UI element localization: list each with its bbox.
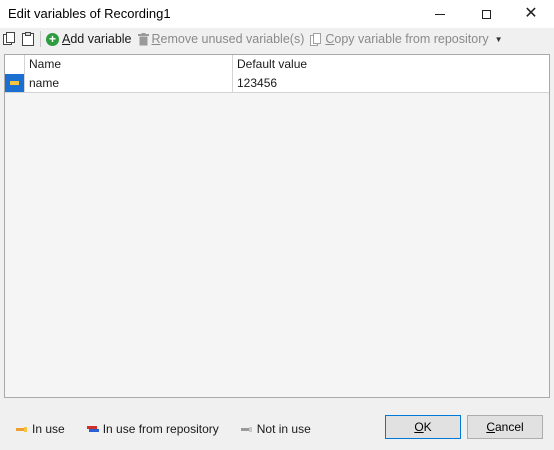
ok-button[interactable]: OK (385, 415, 461, 439)
minimize-icon (435, 13, 445, 15)
add-variable-button[interactable]: + Add variable (43, 29, 135, 49)
close-icon: ✕ (524, 5, 538, 22)
copy-icon (3, 32, 15, 45)
legend-item-not-in-use: Not in use (240, 422, 311, 436)
add-icon: + (46, 32, 59, 46)
trash-icon (137, 32, 149, 45)
toolbar: + Add variable Remove unused variable(s)… (0, 28, 554, 50)
window-title: Edit variables of Recording1 (8, 6, 171, 21)
copy-from-repository-button[interactable]: Copy variable from repository ▼ (307, 29, 505, 49)
ok-button-label: OK (414, 420, 432, 434)
legend-label: In use (32, 422, 65, 436)
cancel-button-label: Cancel (486, 420, 524, 434)
legend-label: In use from repository (102, 422, 219, 436)
grid-header: Name Default value (5, 55, 549, 75)
in-use-from-repository-icon (86, 426, 99, 432)
cancel-button[interactable]: Cancel (467, 415, 543, 439)
paste-button[interactable] (19, 29, 38, 49)
legend: In use In use from repository Not in use (16, 422, 333, 436)
copy-button[interactable] (0, 29, 19, 49)
title-bar: Edit variables of Recording1 ✕ (0, 0, 554, 28)
maximize-icon (481, 9, 491, 19)
in-use-indicator-icon (10, 81, 19, 85)
legend-item-in-use-from-repository: In use from repository (86, 422, 219, 436)
toolbar-separator (40, 31, 41, 47)
in-use-icon (16, 427, 27, 432)
not-in-use-icon (240, 427, 252, 432)
close-button[interactable]: ✕ (508, 0, 554, 28)
row-header-corner (5, 55, 25, 74)
legend-item-in-use: In use (16, 422, 65, 436)
copy-repository-icon (310, 32, 322, 46)
maximize-button[interactable] (463, 0, 509, 28)
add-variable-label: Add variable (62, 32, 132, 46)
minimize-button[interactable] (417, 0, 463, 28)
remove-unused-button[interactable]: Remove unused variable(s) (135, 29, 308, 49)
table-row[interactable]: name 123456 (5, 74, 549, 93)
copy-from-repository-label: Copy variable from repository (325, 32, 489, 46)
column-header-name[interactable]: Name (25, 55, 233, 74)
column-header-default-value[interactable]: Default value (233, 55, 549, 74)
default-value-cell[interactable]: 123456 (233, 74, 549, 92)
remove-unused-label: Remove unused variable(s) (151, 32, 305, 46)
legend-label: Not in use (256, 422, 311, 436)
row-selector[interactable] (5, 74, 25, 92)
chevron-down-icon[interactable]: ▼ (495, 35, 503, 44)
paste-icon (22, 32, 34, 46)
variable-name-cell[interactable]: name (25, 74, 233, 92)
variables-grid[interactable]: Name Default value name 123456 (4, 54, 550, 398)
